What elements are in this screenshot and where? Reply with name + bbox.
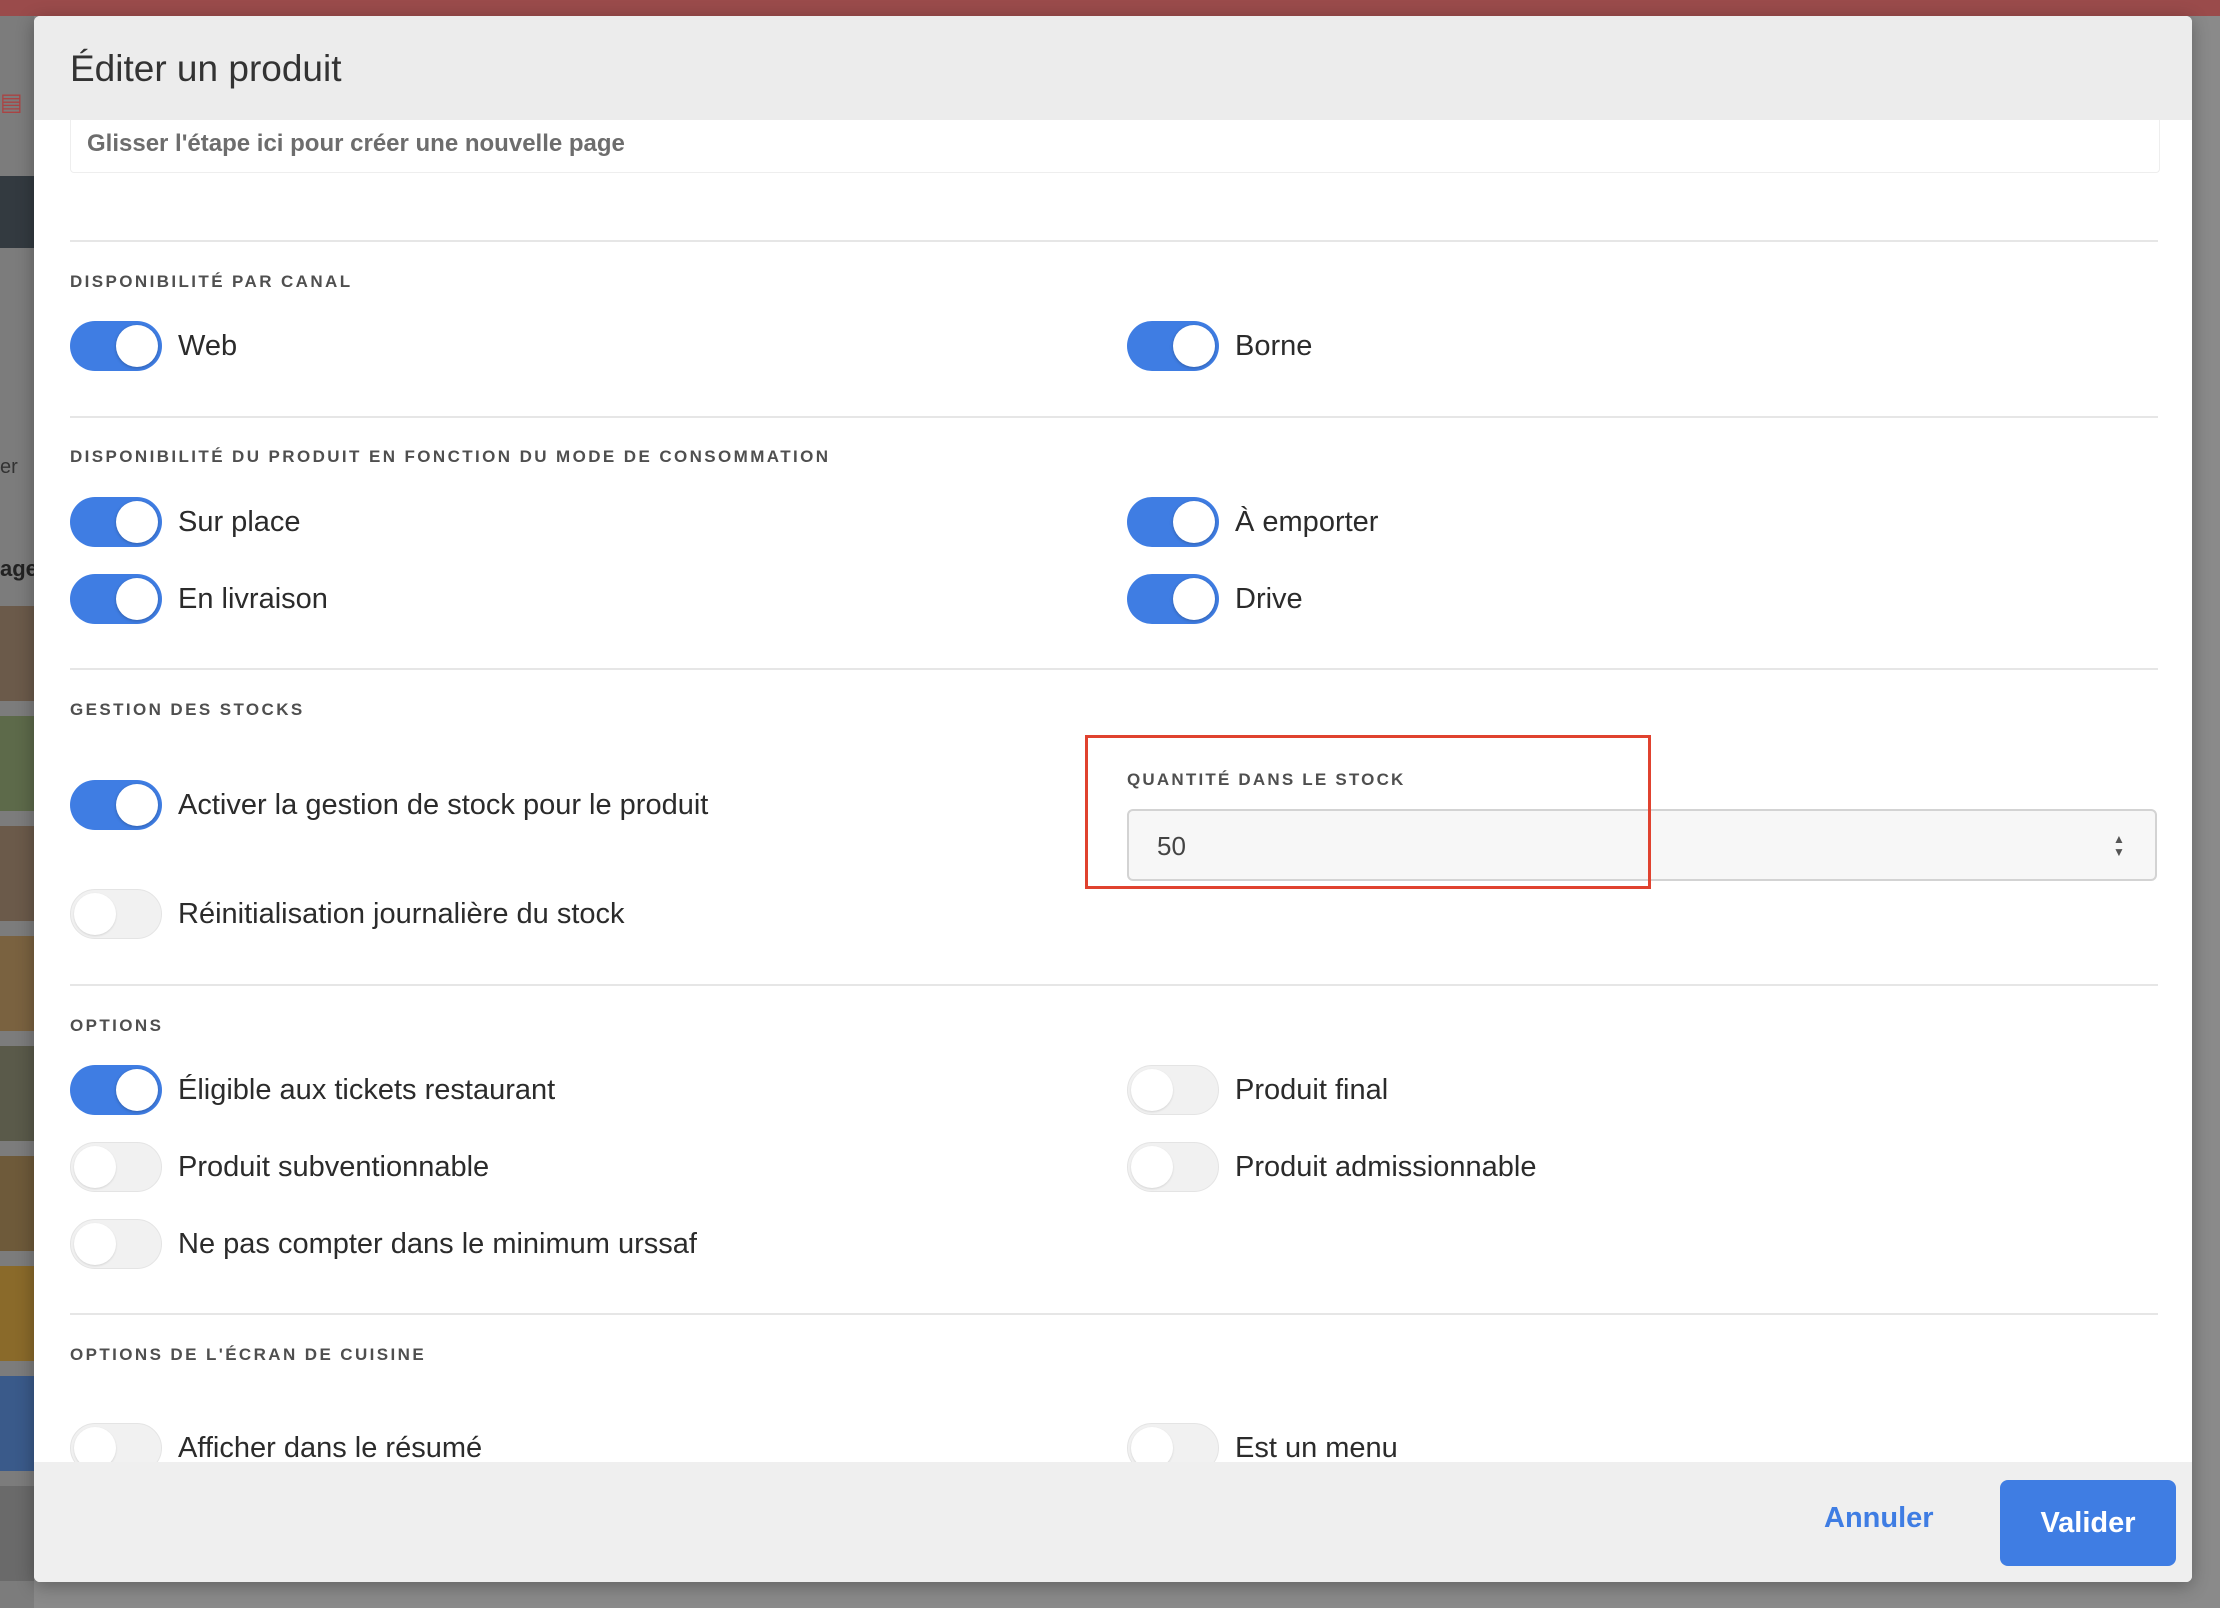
- toggle-subventionnable[interactable]: Produit subventionnable: [70, 1141, 489, 1193]
- toggle-label: En livraison: [178, 582, 328, 615]
- toggle-label: Sur place: [178, 505, 301, 538]
- background-thumbnail: [0, 716, 34, 811]
- background-top-bar: [0, 0, 2220, 16]
- toggle-borne[interactable]: Borne: [1127, 320, 1312, 372]
- toggle-switch[interactable]: [70, 574, 162, 624]
- background-text: er: [0, 456, 18, 478]
- toggle-label: Produit subventionnable: [178, 1150, 490, 1183]
- toggle-label: À emporter: [1235, 505, 1379, 538]
- toggle-switch[interactable]: [70, 1219, 162, 1269]
- divider: [70, 668, 2158, 670]
- toggle-en-livraison[interactable]: En livraison: [70, 573, 328, 625]
- toggle-label: Borne: [1235, 329, 1313, 362]
- divider: [70, 240, 2158, 242]
- section-title-consumption: DISPONIBILITÉ DU PRODUIT EN FONCTION DU …: [70, 447, 831, 466]
- toggle-switch[interactable]: [1127, 497, 1219, 547]
- modal-footer: Annuler Valider: [34, 1462, 2192, 1582]
- toggle-label: Ne pas compter dans le minimum urssaf: [178, 1227, 697, 1260]
- toggle-label: Drive: [1235, 582, 1303, 615]
- toggle-label: Afficher dans le résumé: [178, 1431, 483, 1464]
- toggle-label: Produit final: [1235, 1073, 1389, 1106]
- background-thumbnail: [0, 1156, 34, 1251]
- toggle-switch[interactable]: [70, 780, 162, 830]
- toggle-switch[interactable]: [1127, 574, 1219, 624]
- cancel-button[interactable]: Annuler: [1824, 1502, 1934, 1535]
- toggle-sur-place[interactable]: Sur place: [70, 496, 301, 548]
- store-icon: ▤: [0, 89, 23, 116]
- toggle-switch[interactable]: [1127, 321, 1219, 371]
- divider: [70, 984, 2158, 986]
- modal-header: Éditer un produit: [34, 16, 2192, 120]
- background-thumbnail: [0, 1046, 34, 1141]
- toggle-label: Produit admissionnable: [1235, 1150, 1537, 1183]
- background-thumbnail: [0, 1266, 34, 1361]
- toggle-label: Réinitialisation journalière du stock: [178, 897, 625, 930]
- background-thumbnail: [0, 1486, 34, 1581]
- toggle-label: Web: [178, 329, 238, 362]
- divider: [70, 416, 2158, 418]
- background-thumbnail: [0, 826, 34, 921]
- toggle-switch[interactable]: [70, 1065, 162, 1115]
- toggle-drive[interactable]: Drive: [1127, 573, 1303, 625]
- section-title-channel: DISPONIBILITÉ PAR CANAL: [70, 272, 353, 291]
- modal-title: Éditer un produit: [70, 48, 342, 89]
- highlight-annotation-box: [1085, 735, 1651, 889]
- section-title-stock: GESTION DES STOCKS: [70, 700, 305, 719]
- modal-body[interactable]: Glisser l'étape ici pour créer une nouve…: [34, 120, 2192, 1478]
- toggle-switch[interactable]: [70, 497, 162, 547]
- section-title-kitchen: OPTIONS DE L'ÉCRAN DE CUISINE: [70, 1345, 427, 1364]
- toggle-minimum-urssaf[interactable]: Ne pas compter dans le minimum urssaf: [70, 1218, 697, 1270]
- background-thumbnail: [0, 606, 34, 701]
- toggle-label: Est un menu: [1235, 1431, 1398, 1464]
- background-sidebar: ▤ er age: [0, 16, 34, 1608]
- background-right-edge: [2196, 16, 2220, 1608]
- toggle-admissionnable[interactable]: Produit admissionnable: [1127, 1141, 1536, 1193]
- background-thumbnail: [0, 1376, 34, 1471]
- toggle-label: Activer la gestion de stock pour le prod…: [178, 788, 709, 821]
- toggle-produit-final[interactable]: Produit final: [1127, 1064, 1388, 1116]
- toggle-switch[interactable]: [1127, 1065, 1219, 1115]
- edit-product-modal: Éditer un produit Glisser l'étape ici po…: [34, 16, 2192, 1582]
- toggle-web[interactable]: Web: [70, 320, 237, 372]
- toggle-switch[interactable]: [1127, 1142, 1219, 1192]
- section-title-options: OPTIONS: [70, 1016, 164, 1035]
- background-nav-item: [0, 176, 34, 248]
- number-stepper-icon[interactable]: ▲ ▼: [2111, 833, 2127, 861]
- toggle-switch[interactable]: [70, 1142, 162, 1192]
- divider: [70, 1313, 2158, 1315]
- toggle-switch[interactable]: [70, 321, 162, 371]
- toggle-eligible-tickets[interactable]: Éligible aux tickets restaurant: [70, 1064, 555, 1116]
- toggle-a-emporter[interactable]: À emporter: [1127, 496, 1378, 548]
- drop-zone-text: Glisser l'étape ici pour créer une nouve…: [87, 130, 625, 157]
- toggle-switch[interactable]: [70, 889, 162, 939]
- background-thumbnail: [0, 936, 34, 1031]
- toggle-stock-management[interactable]: Activer la gestion de stock pour le prod…: [70, 779, 708, 831]
- background-text: age: [0, 556, 34, 581]
- toggle-label: Éligible aux tickets restaurant: [178, 1073, 556, 1106]
- toggle-daily-stock-reset[interactable]: Réinitialisation journalière du stock: [70, 888, 625, 940]
- submit-button[interactable]: Valider: [2000, 1480, 2176, 1566]
